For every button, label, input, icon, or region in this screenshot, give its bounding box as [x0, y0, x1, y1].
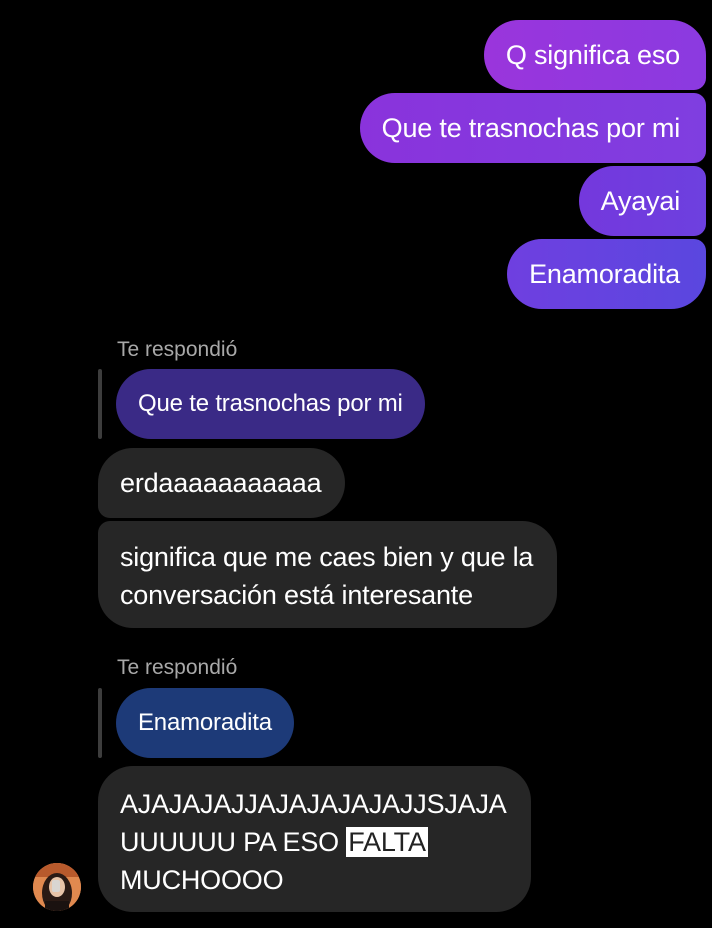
reply-indicator-bar	[98, 369, 102, 439]
quoted-message-text: Enamoradita	[138, 709, 272, 736]
received-message-bubble[interactable]: AJAJAJAJJAJAJAJAJAJJSJAJA UUUUUU PA ESO …	[98, 766, 531, 912]
sent-message-bubble[interactable]: Enamoradita	[507, 239, 706, 309]
received-message-line: UUUUUU PA ESO FALTA	[120, 823, 507, 861]
sent-message-text: Que te trasnochas por mi	[381, 113, 681, 143]
sent-message-bubble[interactable]: Ayayai	[578, 166, 706, 236]
quoted-message-text: Que te trasnochas por mi	[138, 390, 403, 417]
received-message-text: erdaaaaaaaaaaa	[120, 468, 322, 498]
quoted-message-bubble[interactable]: Que te trasnochas por mi	[116, 369, 425, 439]
sent-message-text: Ayayai	[600, 186, 681, 216]
avatar-photo-icon	[33, 863, 81, 911]
reply-indicator-bar	[98, 688, 102, 758]
sent-message-bubble[interactable]: Q significa eso	[483, 20, 706, 90]
selected-text-highlight[interactable]: FALTA	[346, 827, 428, 857]
received-message-text: UUUUUU PA ESO	[120, 827, 347, 857]
sent-message-text: Q significa eso	[505, 40, 680, 70]
received-message-line: conversación está interesante	[120, 580, 473, 610]
received-message-bubble[interactable]: significa que me caes bien y que la conv…	[98, 521, 558, 628]
contact-avatar[interactable]	[33, 863, 81, 911]
received-message-line: AJAJAJAJJAJAJAJAJAJJSJAJA	[120, 789, 507, 819]
sent-message-bubble[interactable]: Que te trasnochas por mi	[359, 93, 706, 163]
reply-label: Te respondió	[117, 338, 238, 361]
quoted-message-bubble[interactable]: Enamoradita	[116, 688, 294, 758]
sent-message-text: Enamoradita	[529, 259, 680, 289]
received-message-line: significa que me caes bien y que la	[120, 542, 534, 572]
received-message-bubble[interactable]: erdaaaaaaaaaaa	[98, 448, 346, 518]
reply-label: Te respondió	[117, 656, 238, 679]
received-message-line: MUCHOOOO	[120, 865, 284, 895]
